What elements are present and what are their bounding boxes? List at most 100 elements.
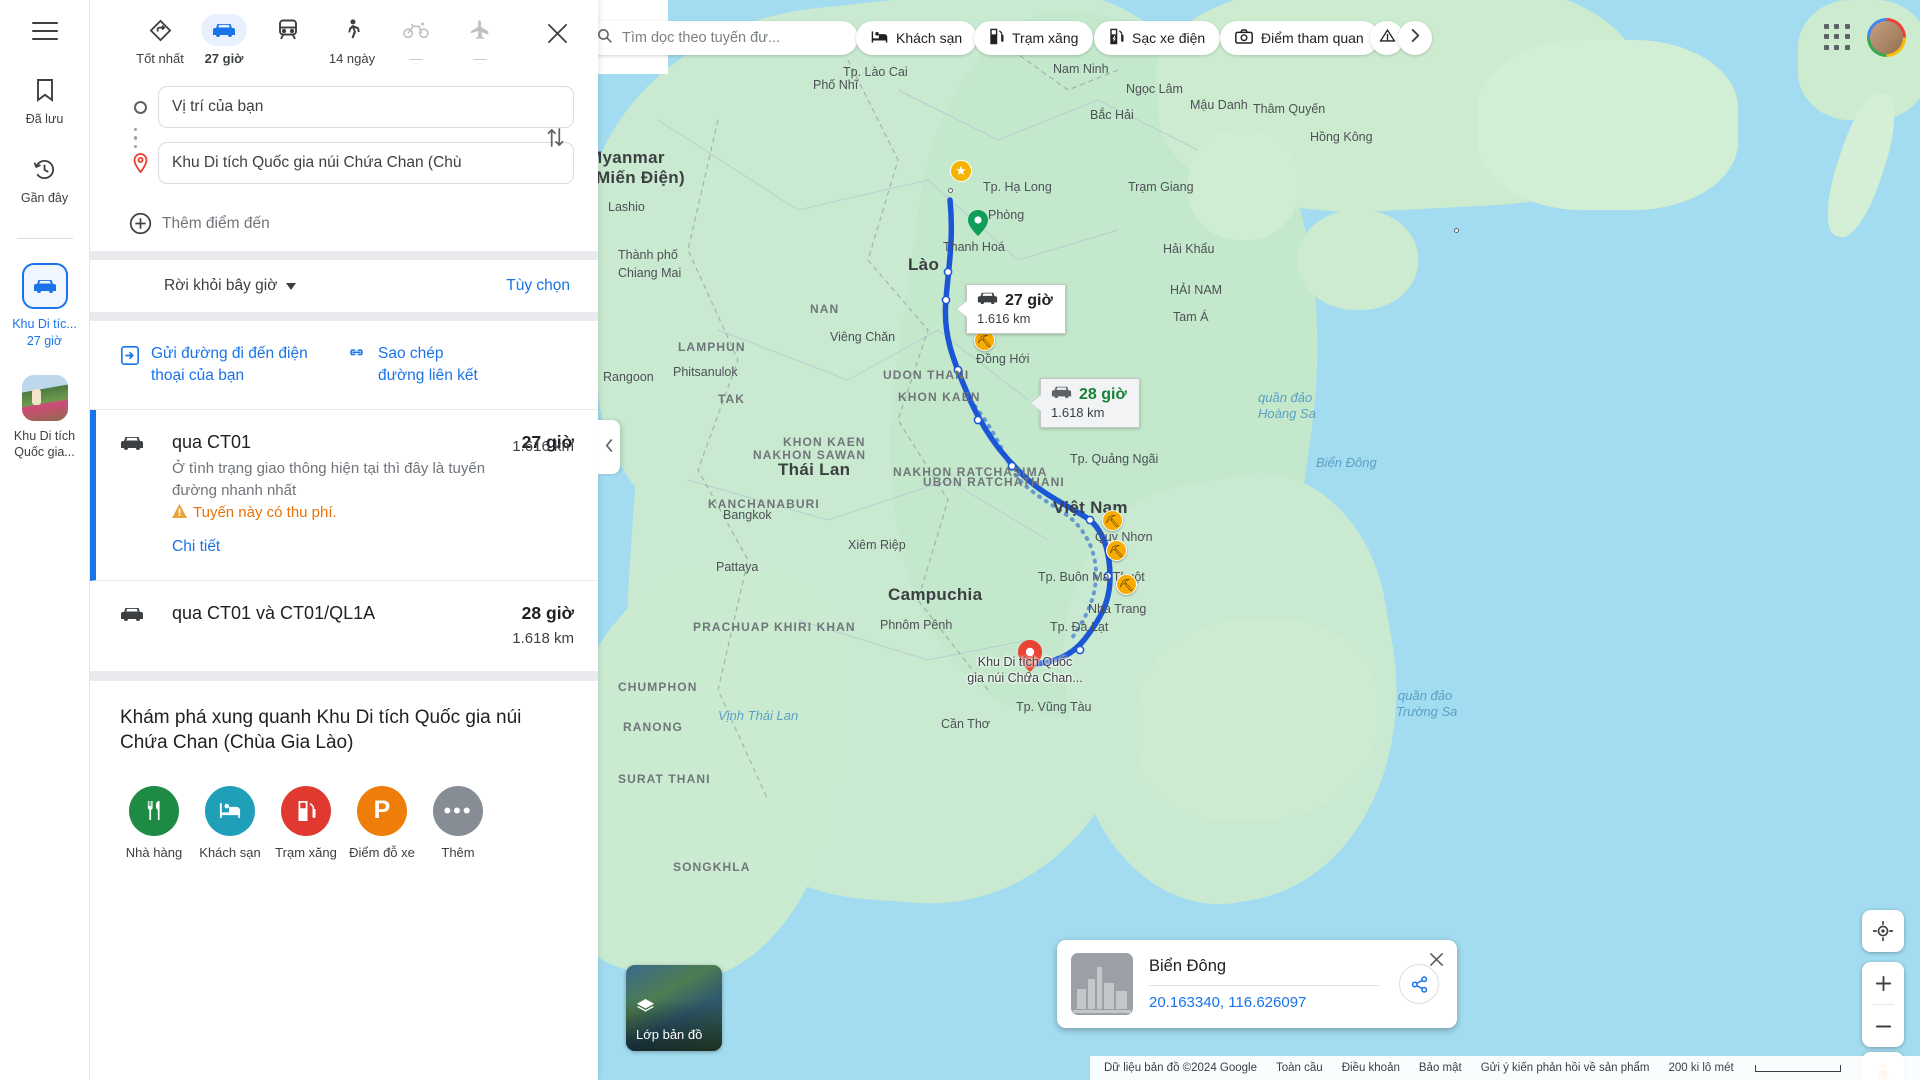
destination-dot <box>1026 672 1031 677</box>
category-label: Nhà hàng <box>125 844 183 860</box>
attribution-link-global[interactable]: Toàn cầu <box>1276 1062 1323 1074</box>
origin-input[interactable] <box>158 86 574 128</box>
origin-marker[interactable] <box>948 188 953 193</box>
hotel-icon <box>205 785 255 836</box>
chip-hotels[interactable]: Khách sạn <box>856 21 978 55</box>
tab-label: — <box>409 51 423 66</box>
attribution-link-feedback[interactable]: Gửi ý kiến phản hồi về sản phẩm <box>1481 1062 1650 1074</box>
bookmark-icon <box>35 78 55 106</box>
tab-walking[interactable]: 14 ngày <box>320 14 384 66</box>
waypoint-fields <box>90 72 598 208</box>
route-badge-primary[interactable]: 27 giờ 1.616 km <box>957 284 1066 334</box>
traffic-warning-marker[interactable]: ⛏ <box>1102 510 1123 531</box>
map-attribution-bar: Dữ liệu bản đồ ©2024 Google Toàn cầu Điề… <box>1090 1056 1920 1080</box>
route-option-1[interactable]: qua CT01 27 giờ Ở tình trạng giao thông … <box>90 410 598 581</box>
traffic-warning-marker[interactable]: ⛏ <box>1116 574 1137 595</box>
my-location-icon[interactable] <box>1862 910 1904 952</box>
traffic-warning-marker[interactable]: ⛏ <box>1106 540 1127 561</box>
collapse-panel-handle[interactable] <box>598 420 620 474</box>
category-parking[interactable]: P Điểm đỗ xe <box>344 785 420 860</box>
search-input[interactable] <box>622 30 822 46</box>
place-info-card[interactable]: Biển Đông 20.163340, 116.626097 <box>1057 940 1457 1028</box>
map-scale-bar <box>1754 1064 1841 1072</box>
flight-icon <box>457 14 503 46</box>
category-gas[interactable]: Trạm xăng <box>268 785 344 860</box>
ev-charge-icon <box>1109 28 1124 48</box>
rail-recent-place[interactable]: Khu Di tích Quốc gia... <box>2 374 88 461</box>
tab-label: 14 ngày <box>328 51 376 66</box>
route-badge-alternate[interactable]: 28 giờ 1.618 km <box>1031 378 1140 428</box>
attribution-link-privacy[interactable]: Bảo mật <box>1419 1062 1462 1074</box>
category-more[interactable]: ••• Thêm <box>420 785 496 860</box>
parking-icon: P <box>357 785 407 836</box>
map-layers-button[interactable]: Lớp bản đồ <box>626 965 722 1051</box>
category-restaurants[interactable]: Nhà hàng <box>116 785 192 860</box>
avatar[interactable] <box>1867 18 1906 57</box>
copy-link-label: Sao chép đường liên kết <box>378 345 478 384</box>
chip-label: Khách sạn <box>896 30 963 46</box>
chip-gas-stations[interactable]: Trạm xăng <box>974 21 1094 55</box>
close-directions-button[interactable] <box>542 18 572 48</box>
category-hotels[interactable]: Khách sạn <box>192 785 268 860</box>
share-actions-row: Gửi đường đi đến điện thoại của bạn Sao … <box>90 321 598 409</box>
route-description-wrap: Ở tình trạng giao thông hiện tại thì đây… <box>172 438 574 502</box>
route-distance: 1.618 km <box>512 629 574 647</box>
waypoint-marker-green[interactable] <box>968 210 988 236</box>
tab-label: 27 giờ <box>204 51 244 66</box>
chip-label: Điểm tham quan <box>1261 30 1364 46</box>
chevron-right-icon <box>1409 29 1422 47</box>
tab-driving[interactable]: 27 giờ <box>192 14 256 66</box>
close-icon[interactable] <box>1425 948 1447 970</box>
chips-next-button[interactable] <box>1398 21 1432 55</box>
tab-label: — <box>473 51 487 66</box>
camera-icon <box>1235 29 1253 47</box>
my-location-button[interactable] <box>1862 910 1904 952</box>
copy-link-button[interactable]: Sao chép đường liên kết <box>346 343 486 387</box>
tab-transit[interactable] <box>256 14 320 51</box>
saved-star-marker[interactable]: ★ <box>950 160 972 182</box>
restaurant-icon <box>129 785 179 836</box>
rail-place-label-2: Quốc gia... <box>14 445 75 459</box>
place-coordinates[interactable]: 20.163340, 116.626097 <box>1149 994 1399 1011</box>
zoom-in-button[interactable] <box>1862 962 1904 1004</box>
route-duration: 28 giờ <box>521 602 574 623</box>
rail-trip-time: 27 giờ <box>26 333 63 348</box>
tab-flights[interactable]: — <box>448 14 512 66</box>
add-destination-button[interactable]: Thêm điểm đến <box>90 208 598 251</box>
route-option-2[interactable]: qua CT01 và CT01/QL1A 28 giờ 1.618 km <box>90 581 598 672</box>
waypoint-dots <box>134 128 138 149</box>
rail-active-trip[interactable]: Khu Di tíc... 27 giờ <box>2 263 88 349</box>
route-options-link[interactable]: Tùy chọn <box>506 277 570 295</box>
route-badge-time: 28 giờ <box>1079 385 1127 403</box>
zoom-out-button[interactable] <box>1862 1005 1904 1047</box>
hamburger-icon[interactable] <box>31 22 58 40</box>
send-to-phone-button[interactable]: Gửi đường đi đến điện thoại của bạn <box>120 343 320 387</box>
map-poi-dot[interactable] <box>1454 228 1459 233</box>
chip-ev-charging[interactable]: Sạc xe điện <box>1094 21 1221 55</box>
map-canvas[interactable]: Thái LanLàoViệt NamCampuchiaMyanmar(Miến… <box>598 0 1920 1080</box>
swap-vertical-icon[interactable] <box>536 118 574 156</box>
chip-attractions[interactable]: Điểm tham quan <box>1220 21 1379 55</box>
destination-pin-icon <box>122 153 158 173</box>
depart-now-dropdown[interactable]: Rời khỏi bây giờ <box>164 277 297 295</box>
sidebar-item-saved[interactable]: Đã lưu <box>2 78 88 128</box>
origin-circle-icon <box>122 100 158 114</box>
explore-title: Khám phá xung quanh Khu Di tích Quốc gia… <box>120 706 522 754</box>
send-to-phone-icon <box>120 345 140 372</box>
car-icon <box>1051 385 1072 404</box>
search-along-route-box[interactable] <box>584 21 858 55</box>
attribution-link-terms[interactable]: Điều khoản <box>1342 1062 1400 1074</box>
destination-input[interactable] <box>158 142 574 184</box>
plus-circle-icon <box>122 212 158 235</box>
gas-icon <box>281 785 331 836</box>
route-details-link[interactable]: Chi tiết <box>172 538 220 556</box>
tab-best-route[interactable]: Tốt nhất <box>128 14 192 66</box>
chevron-left-icon <box>604 439 615 455</box>
share-icon[interactable] <box>1399 964 1439 1004</box>
section-divider <box>90 251 598 260</box>
apps-grid-icon[interactable] <box>1824 24 1852 52</box>
chip-label: Sạc xe điện <box>1132 30 1206 46</box>
sidebar-item-recent[interactable]: Gần đây <box>2 158 88 207</box>
tab-cycling[interactable]: — <box>384 14 448 66</box>
bike-icon <box>393 14 439 46</box>
